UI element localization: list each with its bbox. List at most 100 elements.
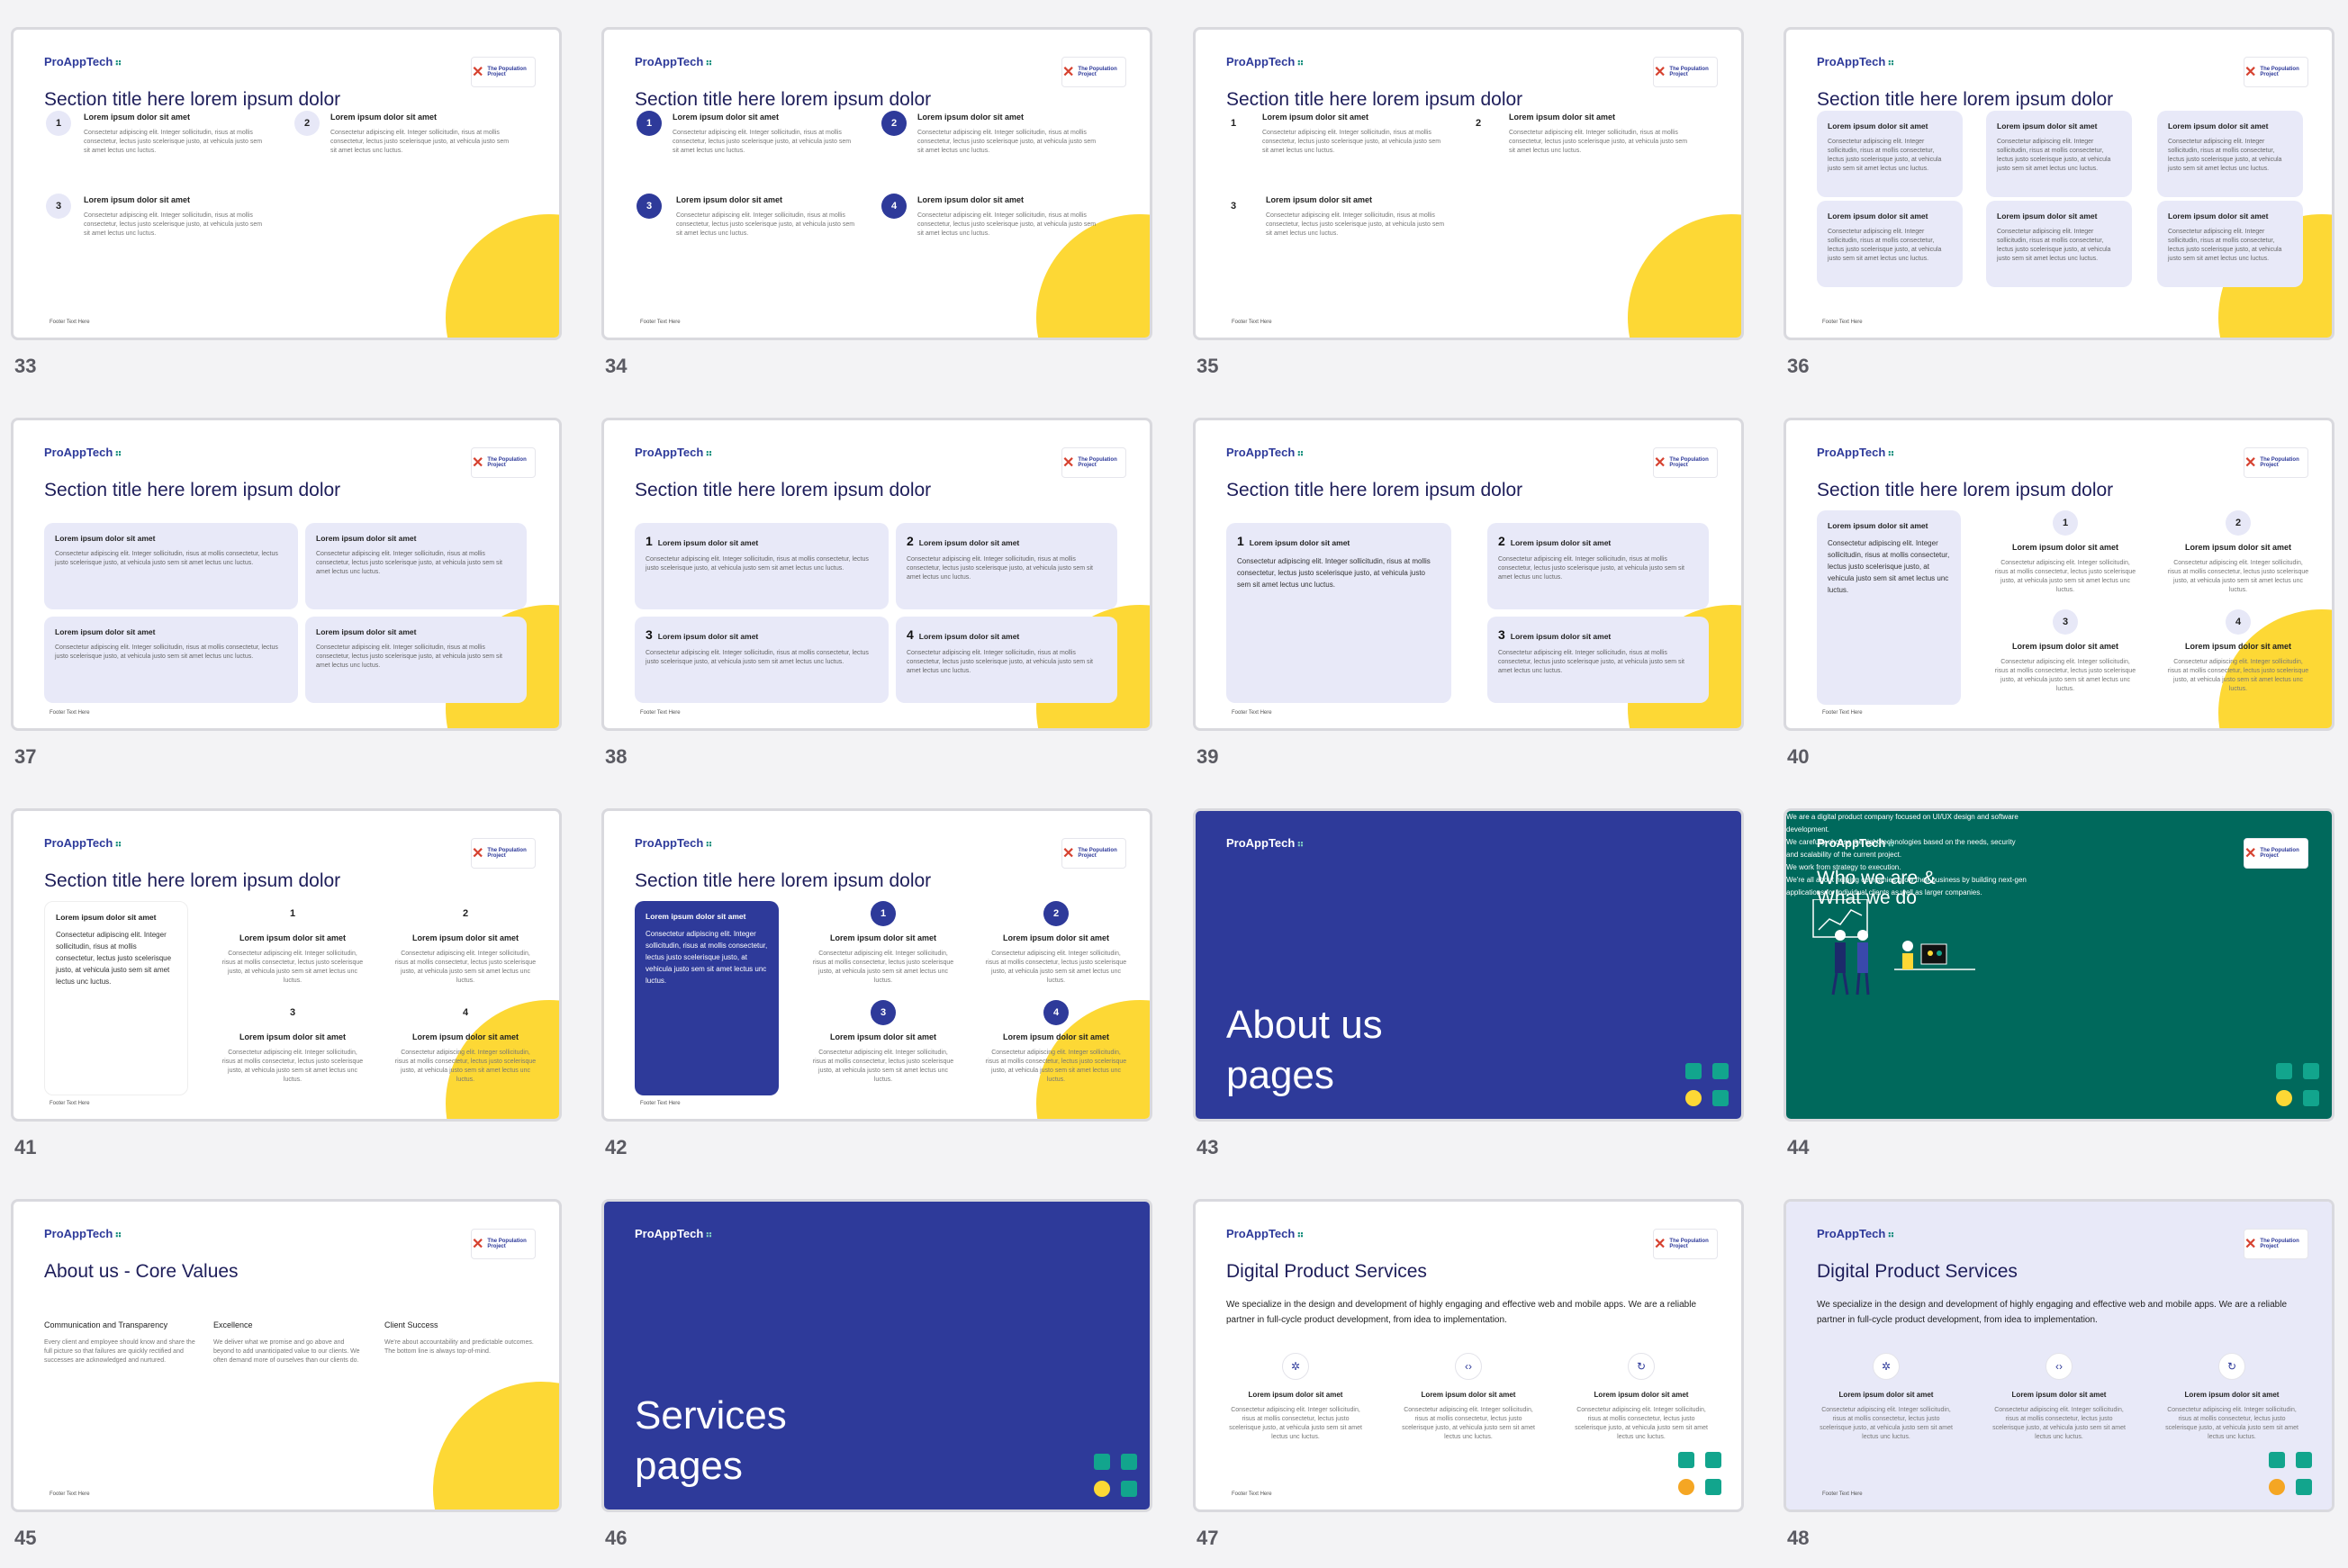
slide-preview[interactable]: ProAppTech ⠶ ✕ The Population Project Digita… [1193,1199,1744,1512]
partner-name: The Population Project [2260,67,2299,77]
brand-name: ProAppTech [44,55,113,68]
section-title: Section title here lorem ipsum dolor [635,89,932,110]
yellow-circle-decoration [1628,214,1741,338]
content-card: Lorem ipsum dolor sit amet Consectetur ad… [2157,111,2303,197]
slide-number: 37 [14,745,37,768]
slide-canvas: ProAppTech ⠶ ✕ The Population Project Who we… [1786,811,2332,1119]
footer-text: Footer Text Here [50,1101,90,1106]
brand-name: ProAppTech [635,55,704,68]
slide-preview[interactable]: ProAppTech ⠶ About us pages [1193,808,1744,1122]
core-value: Communication and Transparency Every clie… [44,1320,197,1365]
slide-canvas: ProAppTech ⠶ ✕ The Population Project Sectio… [14,811,559,1119]
partner-name: The Population Project [487,67,527,77]
cover-title-line1: About us [1226,1003,1383,1047]
slide-thumbnail-37[interactable]: ProAppTech ⠶ ✕ The Population Project Sectio… [11,418,562,768]
slide-preview[interactable]: ProAppTech ⠶ ✕ The Population Project Sectio… [601,808,1152,1122]
slide-thumbnail-47[interactable]: ProAppTech ⠶ ✕ The Population Project Digita… [1193,1199,1744,1549]
section-title: Section title here lorem ipsum dolor [1226,89,1523,110]
slide-thumbnail-45[interactable]: ProAppTech ⠶ ✕ The Population Project About … [11,1199,562,1549]
item-heading: Lorem ipsum dolor sit amet [2184,543,2292,552]
card-heading: 1 Lorem ipsum dolor sit amet [1237,534,1440,548]
slide-preview[interactable]: ProAppTech ⠶ ✕ The Population Project Sectio… [1784,27,2334,340]
brand-name: ProAppTech [1226,836,1296,850]
item-heading: Lorem ipsum dolor sit amet [1002,933,1110,942]
slide-thumbnail-40[interactable]: ProAppTech ⠶ ✕ The Population Project Sectio… [1784,418,2334,768]
card-heading-text: Lorem ipsum dolor sit amet [55,627,156,636]
section-title: Section title here lorem ipsum dolor [1817,89,2114,110]
item-heading: Lorem ipsum dolor sit amet [673,113,780,122]
item-body: Consectetur adipiscing elit. Integer sol… [84,212,263,237]
slide-canvas: ProAppTech ⠶ ✕ The Population Project Sectio… [1786,30,2332,338]
slide-thumbnail-33[interactable]: ProAppTech ⠶ ✕ The Population Project Sectio… [11,27,562,377]
content-item: Lorem ipsum dolor sit amet Consectetur ad… [917,113,1097,156]
slide-preview[interactable]: ProAppTech ⠶ Services pages [601,1199,1152,1512]
card-heading-text: Lorem ipsum dolor sit amet [657,632,759,641]
slide-preview[interactable]: ProAppTech ⠶ ✕ The Population Project Sectio… [1784,418,2334,731]
slide-preview[interactable]: ProAppTech ⠶ ✕ The Population Project Who we… [1784,808,2334,1122]
slide-thumbnail-36[interactable]: ProAppTech ⠶ ✕ The Population Project Sectio… [1784,27,2334,377]
brand-dots-icon: ⠶ [1887,839,1895,850]
content-card: Lorem ipsum dolor sit amet Consectetur ad… [1986,111,2132,197]
slide-thumbnail-39[interactable]: ProAppTech ⠶ ✕ The Population Project Sectio… [1193,418,1744,768]
slide-canvas: ProAppTech ⠶ Services pages [604,1202,1150,1509]
slide-preview[interactable]: ProAppTech ⠶ ✕ The Population Project About … [11,1199,562,1512]
service-heading: Lorem ipsum dolor sit amet [1248,1391,1343,1399]
content-card: 3 Lorem ipsum dolor sit amet Consectetur a… [1487,617,1709,703]
teal-square-decoration [2296,1479,2312,1495]
card-heading: Lorem ipsum dolor sit amet [1828,122,1952,131]
slide-preview[interactable]: ProAppTech ⠶ ✕ The Population Project Sectio… [601,418,1152,731]
card-heading-text: Lorem ipsum dolor sit amet [316,534,417,543]
slide-canvas: ProAppTech ⠶ ✕ The Population Project Sectio… [14,30,559,338]
brand-logo: ProAppTech ⠶ [1817,446,1894,459]
partner-name: The Population Project [487,457,527,468]
slide-number: 47 [1197,1527,1219,1549]
core-value: Excellence We deliver what we promise and… [213,1320,366,1365]
brand-name: ProAppTech [1226,55,1296,68]
slide-preview[interactable]: ProAppTech ⠶ ✕ The Population Project Digita… [1784,1199,2334,1512]
card-body: Consectetur adipiscing elit. Integer sol… [1498,556,1684,581]
footer-text: Footer Text Here [640,320,681,325]
slide-thumbnail-44[interactable]: ProAppTech ⠶ ✕ The Population Project Who we… [1784,808,2334,1158]
slide-preview[interactable]: ProAppTech ⠶ ✕ The Population Project Sectio… [11,418,562,731]
slide-thumbnail-42[interactable]: ProAppTech ⠶ ✕ The Population Project Sectio… [601,808,1152,1158]
slide-thumbnail-43[interactable]: ProAppTech ⠶ About us pages 43 [1193,808,1744,1158]
teal-square-decoration [1094,1454,1110,1470]
content-card: 2 Lorem ipsum dolor sit amet Consectetur a… [896,523,1117,609]
slide-thumbnail-48[interactable]: ProAppTech ⠶ ✕ The Population Project Digita… [1784,1199,2334,1549]
item-heading: Lorem ipsum dolor sit amet [1509,113,1616,122]
slide-preview[interactable]: ProAppTech ⠶ ✕ The Population Project Sectio… [1193,418,1744,731]
service-item: ‹› Lorem ipsum dolor sit amet Consectetur … [1991,1353,2127,1442]
number-badge: 1 [637,111,662,136]
brand-name: ProAppTech [635,446,704,459]
section-title: Section title here lorem ipsum dolor [44,89,341,110]
slide-preview[interactable]: ProAppTech ⠶ ✕ The Population Project Sectio… [601,27,1152,340]
number-badge: 2 [462,908,469,919]
core-value-heading: Excellence [213,1320,253,1329]
slide-preview[interactable]: ProAppTech ⠶ ✕ The Population Project Sectio… [1193,27,1744,340]
card-body: Consectetur adipiscing elit. Integer sol… [56,931,172,986]
yellow-dot-decoration [2276,1090,2292,1106]
brand-logo: ProAppTech ⠶ [635,1227,712,1240]
item-heading: Lorem ipsum dolor sit amet [2011,642,2119,651]
footer-text: Footer Text Here [50,320,90,325]
slide-thumbnail-38[interactable]: ProAppTech ⠶ ✕ The Population Project Sectio… [601,418,1152,768]
card-body: Consectetur adipiscing elit. Integer sol… [316,551,502,575]
number-badge: 4 [462,1007,469,1018]
cover-title-line2: pages [1226,1053,1334,1097]
slide-number: 42 [605,1136,628,1158]
slide-preview[interactable]: ProAppTech ⠶ ✕ The Population Project Sectio… [11,808,562,1122]
slide-thumbnail-46[interactable]: ProAppTech ⠶ Services pages 46 [601,1199,1152,1549]
card-body: Consectetur adipiscing elit. Integer sol… [55,551,278,566]
slide-thumbnail-41[interactable]: ProAppTech ⠶ ✕ The Population Project Sectio… [11,808,562,1158]
slide-preview[interactable]: ProAppTech ⠶ ✕ The Population Project Sectio… [11,27,562,340]
slide-thumbnail-34[interactable]: ProAppTech ⠶ ✕ The Population Project Sectio… [601,27,1152,377]
content-card: Lorem ipsum dolor sit amet Consectetur ad… [2157,201,2303,287]
brand-name: ProAppTech [635,1227,704,1240]
card-body: Consectetur adipiscing elit. Integer sol… [1237,557,1431,589]
brand-logo: ProAppTech ⠶ [44,55,122,68]
slide-canvas: ProAppTech ⠶ ✕ The Population Project Sectio… [604,420,1150,728]
card-heading-text: Lorem ipsum dolor sit amet [1249,538,1350,547]
card-heading: Lorem ipsum dolor sit amet [646,912,768,921]
partner-name: The Population Project [1669,67,1709,77]
slide-thumbnail-35[interactable]: ProAppTech ⠶ ✕ The Population Project Sectio… [1193,27,1744,377]
